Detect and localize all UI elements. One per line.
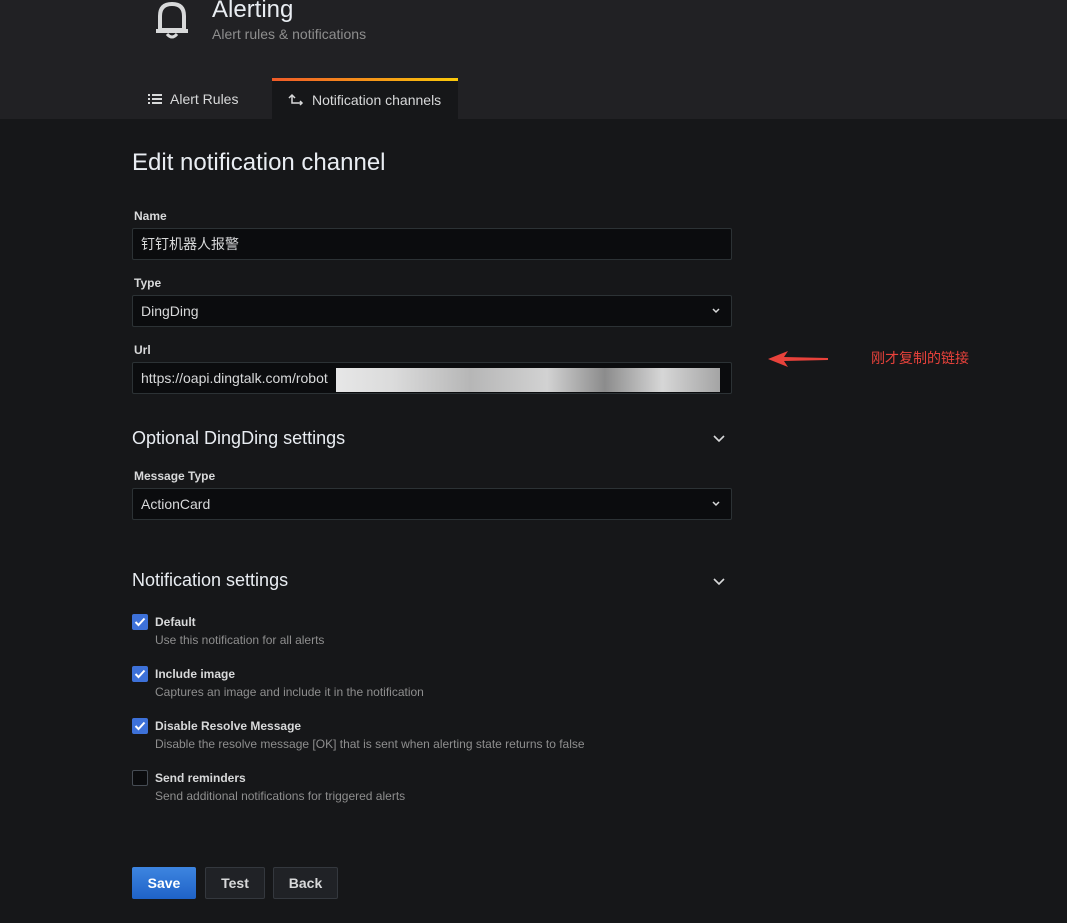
page-subtitle: Alert rules & notifications: [212, 26, 367, 42]
channel-icon: [288, 93, 304, 106]
chevron-down-icon: [712, 308, 720, 314]
check-icon: [134, 721, 146, 731]
type-select[interactable]: DingDing: [132, 295, 732, 327]
form-title: Edit notification channel: [132, 149, 386, 176]
send-reminders-desc: Send additional notifications for trigge…: [155, 789, 406, 803]
url-label: Url: [134, 343, 151, 357]
list-icon: [148, 93, 162, 104]
back-button[interactable]: Back: [273, 867, 338, 899]
arrow-icon: [768, 351, 828, 367]
chevron-down-icon[interactable]: [712, 575, 726, 589]
send-reminders-label: Send reminders: [155, 771, 246, 785]
page-header: Alerting Alert rules & notifications Ale…: [0, 0, 1067, 119]
tab-label: Alert Rules: [170, 90, 239, 107]
disable-resolve-label: Disable Resolve Message: [155, 719, 302, 733]
disable-resolve-checkbox[interactable]: [132, 718, 148, 734]
send-reminders-checkbox[interactable]: [132, 770, 148, 786]
test-button[interactable]: Test: [205, 867, 265, 899]
message-type-select[interactable]: ActionCard: [132, 488, 732, 520]
tab-notification-channels[interactable]: Notification channels: [272, 78, 458, 119]
message-type-label: Message Type: [134, 469, 216, 483]
check-icon: [134, 669, 146, 679]
name-input[interactable]: 钉钉机器人报警: [132, 228, 732, 260]
url-value: https://oapi.dingtalk.com/robot: [141, 370, 328, 386]
chevron-down-icon: [712, 501, 720, 507]
tab-alert-rules[interactable]: Alert Rules: [148, 78, 238, 119]
page-title: Alerting: [212, 0, 294, 23]
disable-resolve-desc: Disable the resolve message [OK] that is…: [155, 737, 585, 751]
optional-settings-title: Optional DingDing settings: [132, 428, 346, 448]
message-type-value: ActionCard: [141, 496, 211, 512]
type-value: DingDing: [141, 303, 199, 319]
chevron-down-icon[interactable]: [712, 432, 726, 446]
include-image-desc: Captures an image and include it in the …: [155, 685, 424, 699]
notification-settings-title: Notification settings: [132, 570, 289, 590]
default-desc: Use this notification for all alerts: [155, 633, 325, 647]
name-label: Name: [134, 209, 167, 223]
redacted-url-mask: [336, 368, 720, 392]
include-image-label: Include image: [155, 667, 236, 681]
include-image-checkbox[interactable]: [132, 666, 148, 682]
check-icon: [134, 617, 146, 627]
annotation-text: 刚才复制的链接: [871, 350, 969, 366]
bell-icon: [156, 1, 188, 39]
type-label: Type: [134, 276, 162, 290]
default-checkbox[interactable]: [132, 614, 148, 630]
save-button[interactable]: Save: [132, 867, 196, 899]
default-label: Default: [155, 615, 196, 629]
tab-label: Notification channels: [312, 92, 442, 108]
